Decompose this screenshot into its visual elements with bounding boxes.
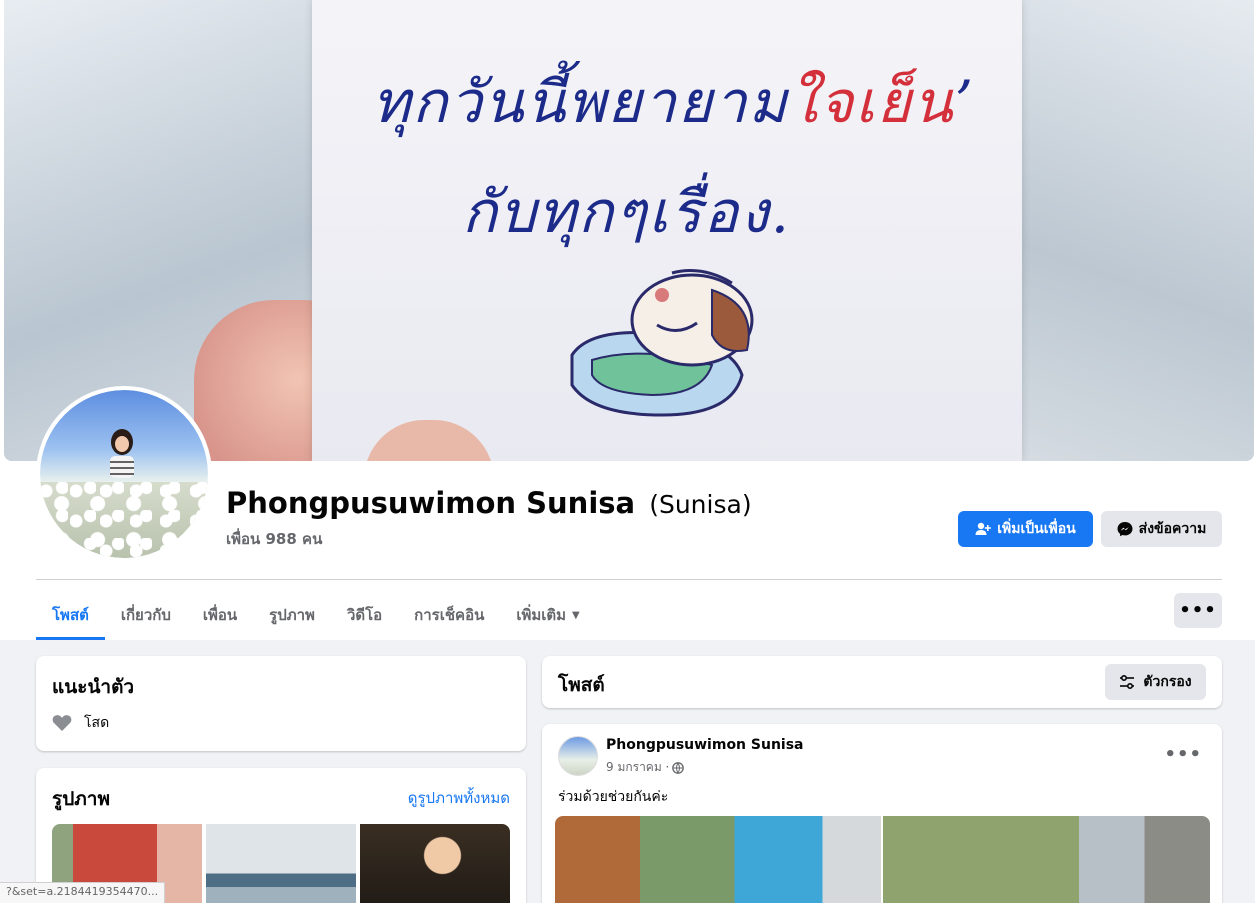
filter-label: ตัวกรอง xyxy=(1143,674,1192,690)
post-text: ร่วมด้วยช่วยกันค่ะ xyxy=(558,789,669,805)
messenger-icon xyxy=(1117,522,1133,537)
see-all-photos-link[interactable]: ดูรูปภาพทั้งหมด xyxy=(408,786,510,810)
photo-thumbnail[interactable] xyxy=(360,824,510,903)
photo-thumbnail[interactable] xyxy=(206,824,356,903)
post-options-button[interactable]: ••• xyxy=(1164,744,1202,765)
posts-header-card: โพสต์ ตัวกรอง xyxy=(542,656,1222,708)
tab-posts[interactable]: โพสต์ xyxy=(36,590,105,640)
tab-checkins[interactable]: การเช็คอิน xyxy=(398,590,500,640)
cover-card: ทุกวันนี้พยายามใจเย็น’ กับทุกๆเรื่อง. xyxy=(312,0,1022,461)
tab-friends[interactable]: เพื่อน xyxy=(187,590,253,640)
globe-icon xyxy=(672,761,685,774)
relationship-row: โสด xyxy=(52,712,109,734)
add-friend-button[interactable]: เพิ่มเป็นเพื่อน xyxy=(958,511,1093,547)
more-options-button[interactable]: ••• xyxy=(1174,593,1222,628)
profile-avatar[interactable] xyxy=(36,386,212,562)
cover-sky-right xyxy=(1014,0,1254,461)
filter-button[interactable]: ตัวกรอง xyxy=(1105,664,1206,700)
tab-more[interactable]: เพิ่มเติม ▼ xyxy=(500,590,595,640)
post-image[interactable] xyxy=(555,816,881,903)
cover-photo[interactable]: ทุกวันนี้พยายามใจเย็น’ กับทุกๆเรื่อง. xyxy=(4,0,1254,461)
status-bar-url: ?&set=a.2184419354470... xyxy=(0,882,166,903)
post-image[interactable] xyxy=(883,816,1210,903)
photos-title: รูปภาพ xyxy=(52,788,110,810)
friend-count[interactable]: เพื่อน 988 คน xyxy=(226,527,322,551)
add-friend-icon xyxy=(975,522,992,535)
heart-icon xyxy=(52,715,72,731)
profile-alt-name: (Sunisa) xyxy=(649,490,752,519)
cartoon-dog-illustration xyxy=(570,269,754,417)
send-message-button[interactable]: ส่งข้อความ xyxy=(1101,511,1222,547)
profile-tabs: โพสต์ เกี่ยวกับ เพื่อน รูปภาพ วิดีโอ การ… xyxy=(36,590,596,640)
post-author-avatar[interactable] xyxy=(558,736,598,776)
profile-name-text: Phongpusuwimon Sunisa xyxy=(226,486,636,520)
post-date[interactable]: 9 มกราคม · xyxy=(606,758,669,777)
profile-name: Phongpusuwimon Sunisa (Sunisa) xyxy=(226,486,752,520)
caret-down-icon: ▼ xyxy=(572,609,580,621)
send-message-label: ส่งข้อความ xyxy=(1138,521,1207,537)
post-meta: 9 มกราคม · xyxy=(606,758,685,777)
tab-photos[interactable]: รูปภาพ xyxy=(253,590,331,640)
post-author-name[interactable]: Phongpusuwimon Sunisa xyxy=(606,737,804,753)
posts-title: โพสต์ xyxy=(558,674,605,696)
intro-card: แนะนำตัว โสด xyxy=(36,656,526,751)
profile-header: ทุกวันนี้พยายามใจเย็น’ กับทุกๆเรื่อง. Ph… xyxy=(0,0,1255,640)
cover-text-line2: กับทุกๆเรื่อง. xyxy=(462,178,792,246)
cover-text-line1: ทุกวันนี้พยายามใจเย็น’ xyxy=(372,68,975,136)
post-card: Phongpusuwimon Sunisa 9 มกราคม · ••• ร่ว… xyxy=(542,724,1222,903)
relationship-status: โสด xyxy=(84,715,110,731)
tab-about[interactable]: เกี่ยวกับ xyxy=(105,590,187,640)
tab-videos[interactable]: วิดีโอ xyxy=(331,590,398,640)
add-friend-label: เพิ่มเป็นเพื่อน xyxy=(997,521,1076,537)
intro-title: แนะนำตัว xyxy=(52,676,135,698)
header-divider xyxy=(36,579,1222,580)
filter-icon xyxy=(1120,674,1135,690)
